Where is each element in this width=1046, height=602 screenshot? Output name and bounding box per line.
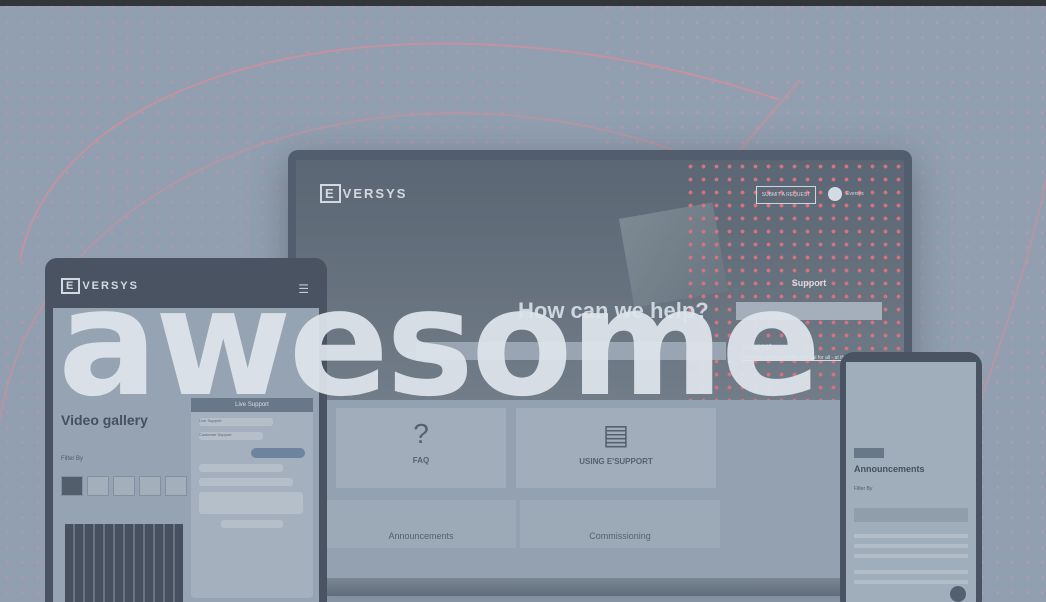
headline-text: awesome — [58, 257, 821, 429]
scene: E VERSYS SUBMIT A REQUEST Eversys How can… — [0, 0, 1046, 602]
